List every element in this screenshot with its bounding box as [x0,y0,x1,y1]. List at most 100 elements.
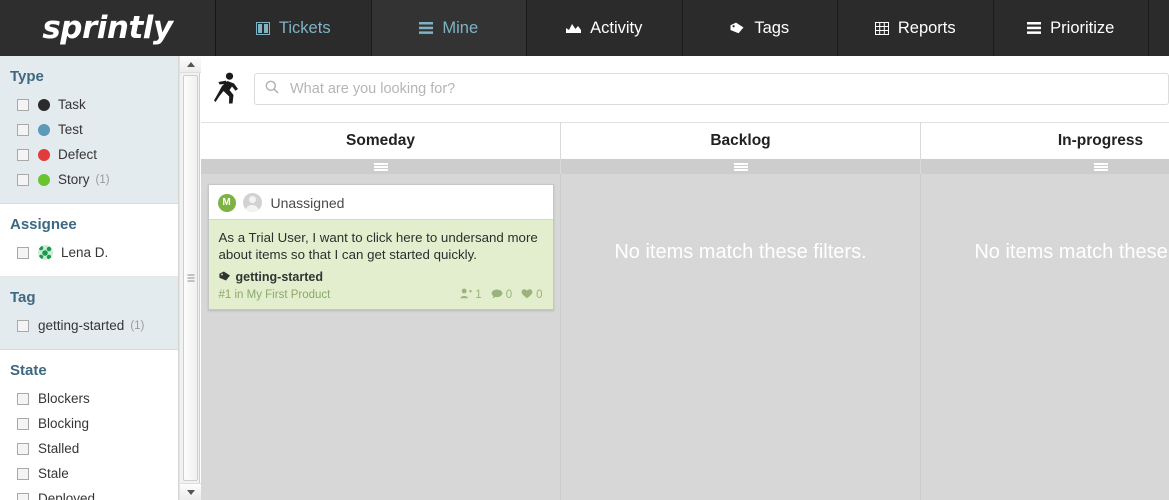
column-body-backlog[interactable]: No items match these filters. [561,174,921,500]
filter-item-defect[interactable]: Defect [0,142,178,167]
card-reference: #1 in My First Product [218,289,331,301]
filter-checkbox[interactable] [17,246,29,259]
card-footer: #1 in My First Product 1 0 0 [219,288,543,302]
search-input-wrapper[interactable]: What are you looking for? [254,73,1169,105]
card-body: As a Trial User, I want to click here to… [208,219,553,309]
card-stat-value: 0 [505,289,513,301]
filter-item-blockers[interactable]: Blockers [0,386,178,411]
list-icon [419,22,434,34]
column-body-in-progress[interactable]: No items match these filters. [921,174,1169,500]
card-stat-value: 1 [475,289,482,301]
filter-checkbox[interactable] [17,392,29,405]
card-assignee: Unassigned [270,194,345,211]
column-header-someday: Someday [201,123,561,174]
filter-item-label: Story [58,172,90,187]
nav-tab-mine[interactable]: Mine [371,0,527,56]
search-input[interactable]: What are you looking for? [290,81,455,97]
filter-group-state: State Blockers Blocking Stalled Stale De… [0,350,178,500]
filter-group-title: State [10,362,47,379]
filter-item-label: Lena D. [61,245,109,260]
hamburger-icon [733,162,748,171]
filter-item-count: (1) [95,173,110,186]
board-column-bodies: M Unassigned As a Trial User, I want to … [201,174,1169,500]
column-menu-bar[interactable] [201,159,560,174]
card-description: As a Trial User, I want to click here to… [218,230,538,262]
scrollbar-thumb[interactable] [183,75,198,481]
filter-group-assignee: Assignee Lena D. [0,204,178,277]
filter-checkbox[interactable] [17,492,29,500]
filter-checkbox[interactable] [17,123,29,136]
filter-item-lena-d[interactable]: Lena D. [0,240,178,265]
nav-tab-reports[interactable]: Reports [838,0,994,56]
column-header-backlog: Backlog [561,123,921,174]
brand-logo[interactable]: sprintly [0,0,216,56]
card-stat-comments: 0 [491,289,512,302]
filter-checkbox[interactable] [17,173,29,186]
hamburger-icon [373,162,388,171]
filter-item-stale[interactable]: Stale [0,461,178,486]
list-ol-icon [1027,22,1042,34]
card-stats: 1 0 0 [460,288,543,302]
filter-checkbox[interactable] [17,417,29,430]
main-content: What are you looking for? Someday Backlo… [201,56,1169,500]
type-color-dot [38,148,50,161]
running-person-icon [209,72,245,106]
filter-checkbox[interactable] [17,467,29,480]
type-color-dot [38,173,50,186]
card-tag[interactable]: getting-started [218,270,543,284]
nav-tab-label: Prioritize [1050,18,1115,37]
filter-group-title: Tag [10,289,36,306]
tag-icon [218,270,231,284]
column-body-someday[interactable]: M Unassigned As a Trial User, I want to … [201,174,561,500]
nav-tab-list: Tickets Mine Activity Tags Reports Prior… [216,0,1169,56]
brand-name: sprintly [42,10,173,46]
column-menu-bar[interactable] [921,159,1169,174]
card-stat-value: 0 [536,289,543,301]
filter-checkbox[interactable] [17,98,29,111]
nav-tab-activity[interactable]: Activity [527,0,683,56]
column-title: Backlog [710,132,771,149]
grid-icon [874,21,889,35]
filter-item-label: Deployed [38,491,96,500]
filter-item-getting-started[interactable]: getting-started (1) [0,313,178,338]
filter-group-title: Assignee [10,216,77,233]
filter-checkbox[interactable] [17,148,29,161]
top-navigation-bar: sprintly Tickets Mine Activity Tags Repo… [0,0,1169,56]
nav-tab-prioritize[interactable]: Prioritize [993,0,1149,56]
column-header-in-progress: In-progress [921,123,1169,174]
column-title: In-progress [1057,132,1144,149]
filter-item-deployed[interactable]: Deployed [0,486,178,500]
board-column-headers: Someday Backlog In-progress [201,123,1169,174]
identicon-avatar [38,245,53,260]
filter-item-label: Stalled [38,441,80,456]
scroll-down-arrow-icon[interactable] [180,483,201,500]
user-add-icon [460,288,473,302]
filter-item-task[interactable]: Task [0,92,178,117]
filter-item-stalled[interactable]: Stalled [0,436,178,461]
nav-tab-tags[interactable]: Tags [682,0,838,56]
card-tag-label: getting-started [235,270,324,284]
sidebar-scrollbar[interactable] [179,56,201,500]
filter-item-label: Blocking [38,416,90,431]
tag-icon [730,22,745,34]
filter-checkbox[interactable] [17,319,29,332]
empty-state-message: No items match these filters. [974,241,1169,263]
type-color-dot [38,98,50,111]
filter-item-test[interactable]: Test [0,117,178,142]
nav-tab-label: Activity [590,18,643,37]
filter-group-type: Type Task Test Defect Story (1) [0,56,178,204]
scroll-up-arrow-icon[interactable] [180,56,201,73]
filter-item-blocking[interactable]: Blocking [0,411,178,436]
filter-checkbox[interactable] [17,442,29,455]
filter-item-story[interactable]: Story (1) [0,167,178,192]
nav-tab-tickets[interactable]: Tickets [216,0,372,56]
board-card[interactable]: M Unassigned As a Trial User, I want to … [207,184,554,310]
comment-icon [491,289,503,302]
scrollbar-grip-icon [187,274,194,282]
filter-group-title: Type [10,68,44,85]
chart-area-icon [566,22,582,34]
hamburger-icon [1093,162,1108,171]
nav-tab-label: Tags [754,18,790,37]
filter-item-label: Defect [58,147,98,162]
column-menu-bar[interactable] [561,159,920,174]
